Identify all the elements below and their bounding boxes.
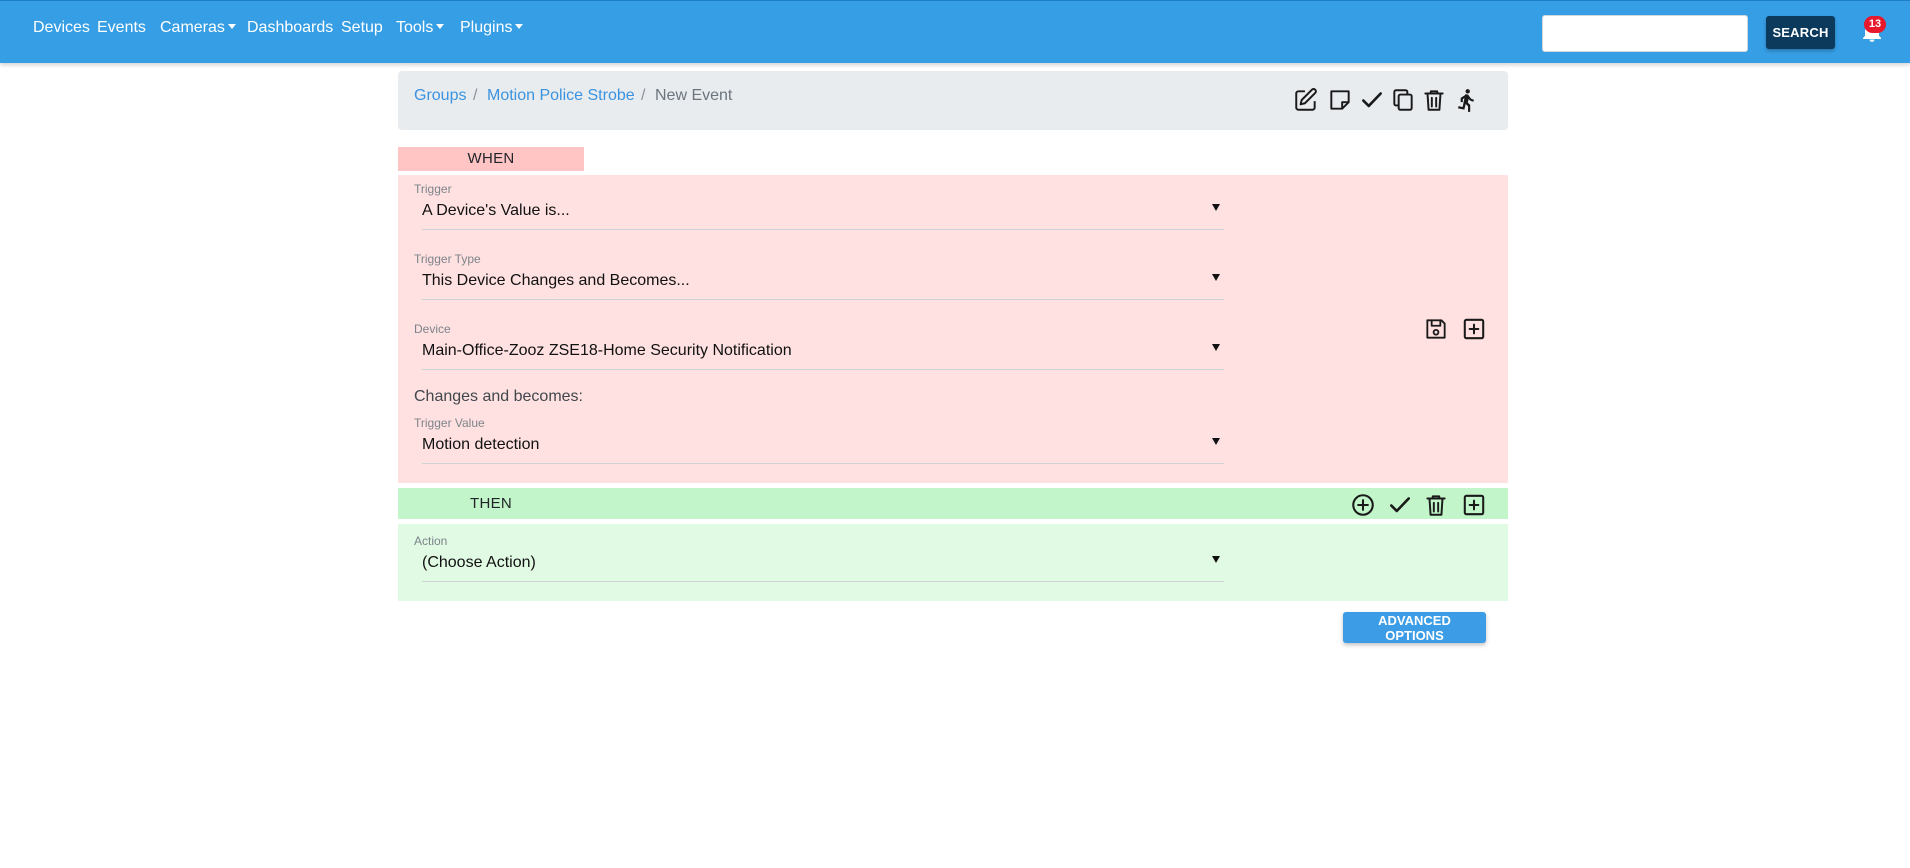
nav-dashboards[interactable]: Dashboards xyxy=(247,18,333,38)
nav-cameras[interactable]: Cameras xyxy=(160,18,236,38)
save-icon[interactable] xyxy=(1423,316,1449,342)
nav-tools[interactable]: Tools xyxy=(396,18,445,38)
add-box-icon[interactable] xyxy=(1461,492,1487,518)
nav-plugins[interactable]: Plugins xyxy=(460,18,524,38)
check-icon[interactable] xyxy=(1387,492,1413,518)
then-label: THEN xyxy=(470,495,513,512)
top-navbar: Devices Events Cameras Dashboards Setup … xyxy=(0,0,1910,63)
chevron-down-icon xyxy=(515,24,524,29)
device-label: Device xyxy=(414,322,451,336)
add-circle-icon[interactable] xyxy=(1350,492,1376,518)
device-value: Main-Office-Zooz ZSE18-Home Security Not… xyxy=(422,342,792,359)
add-box-icon[interactable] xyxy=(1461,316,1487,342)
chevron-down-icon xyxy=(227,24,236,29)
trash-icon[interactable] xyxy=(1423,492,1449,518)
advanced-options-button[interactable]: ADVANCED OPTIONS xyxy=(1343,612,1486,643)
run-icon[interactable] xyxy=(1452,87,1478,113)
note-icon[interactable] xyxy=(1327,87,1353,113)
device-select[interactable]: Main-Office-Zooz ZSE18-Home Security Not… xyxy=(422,336,1224,370)
when-label: WHEN xyxy=(398,147,584,171)
trigger-value-select[interactable]: Motion detection xyxy=(422,430,1224,464)
notification-badge: 13 xyxy=(1864,16,1886,33)
dropdown-arrow-icon xyxy=(1212,556,1220,563)
then-bar xyxy=(398,488,1508,519)
action-select[interactable]: (Choose Action) xyxy=(422,548,1224,582)
trigger-type-value: This Device Changes and Becomes... xyxy=(422,272,690,289)
chevron-down-icon xyxy=(436,24,445,29)
trash-icon[interactable] xyxy=(1421,87,1447,113)
nav-events[interactable]: Events xyxy=(97,18,146,38)
breadcrumb-groups[interactable]: Groups xyxy=(414,86,466,106)
search-button[interactable]: SEARCH xyxy=(1766,16,1835,49)
breadcrumb-separator: / xyxy=(473,87,478,104)
breadcrumb-current: New Event xyxy=(655,87,733,104)
action-label: Action xyxy=(414,534,448,548)
trigger-value: A Device's Value is... xyxy=(422,202,570,219)
breadcrumb-group-name[interactable]: Motion Police Strobe xyxy=(487,86,635,106)
nav-plugins-label: Plugins xyxy=(460,19,513,36)
dropdown-arrow-icon xyxy=(1212,274,1220,281)
dropdown-arrow-icon xyxy=(1212,438,1220,445)
trigger-type-label: Trigger Type xyxy=(414,252,481,266)
nav-tools-label: Tools xyxy=(396,19,434,36)
trigger-value-label: Trigger Value xyxy=(414,416,485,430)
nav-devices[interactable]: Devices xyxy=(33,18,90,38)
dropdown-arrow-icon xyxy=(1212,204,1220,211)
changes-and-becomes-text: Changes and becomes: xyxy=(414,388,583,405)
trigger-value-value: Motion detection xyxy=(422,436,540,453)
check-icon[interactable] xyxy=(1359,87,1385,113)
dropdown-arrow-icon xyxy=(1212,344,1220,351)
action-value: (Choose Action) xyxy=(422,554,536,571)
trigger-type-select[interactable]: This Device Changes and Becomes... xyxy=(422,266,1224,300)
nav-cameras-label: Cameras xyxy=(160,19,225,36)
copy-icon[interactable] xyxy=(1390,87,1416,113)
nav-setup[interactable]: Setup xyxy=(341,18,383,38)
edit-icon[interactable] xyxy=(1293,87,1319,113)
trigger-select[interactable]: A Device's Value is... xyxy=(422,196,1224,230)
search-input[interactable] xyxy=(1542,15,1748,52)
breadcrumb-separator: / xyxy=(641,87,646,104)
trigger-label: Trigger xyxy=(414,182,452,196)
